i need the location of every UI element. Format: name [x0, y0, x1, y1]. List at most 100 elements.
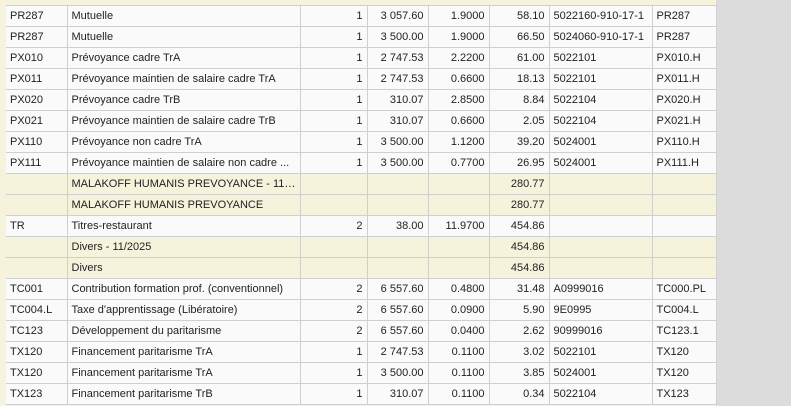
row-code: PR287 — [6, 26, 68, 48]
row-code: TC004.L — [6, 299, 68, 321]
table-row[interactable]: TX120 Financement paritarisme TrA 1 3 500.0… — [6, 362, 717, 384]
row-code: PX111 — [6, 152, 68, 174]
row-code: TC123 — [6, 320, 68, 342]
row-account — [548, 215, 653, 237]
row-amount: 31.48 — [488, 278, 550, 300]
row-label: Développement du paritarisme — [66, 320, 301, 342]
contributions-table: PR287 Mutuelle 1 3 057.60 1.9000 58.10 5022160… — [6, 5, 717, 405]
row-base: 2 747.53 — [366, 47, 429, 69]
row-account: 5022101 — [548, 47, 653, 69]
row-rate: 0.1100 — [427, 341, 490, 363]
row-count: 1 — [299, 89, 368, 111]
subtotal-row[interactable]: Divers 454.86 — [6, 257, 717, 279]
row-code: PX020 — [6, 89, 68, 111]
row-rate: 1.1200 — [427, 131, 490, 153]
subtotal-row[interactable]: MALAKOFF HUMANIS PREVOYANCE - 11/2025 280… — [6, 173, 717, 195]
row-label: Prévoyance maintien de salaire cadre TrB — [66, 110, 301, 132]
table-row[interactable]: PX010 Prévoyance cadre TrA 1 2 747.53 2.2200… — [6, 47, 717, 69]
table-row[interactable]: TC123 Développement du paritarisme 2 6 557.… — [6, 320, 717, 342]
row-base: 2 747.53 — [366, 68, 429, 90]
row-rate: 0.6600 — [427, 110, 490, 132]
table-row[interactable]: TX123 Financement paritarisme TrB 1 310.07 0… — [6, 383, 717, 405]
row-base: 3 057.60 — [366, 5, 429, 27]
subtotal-row[interactable]: Divers - 11/2025 454.86 — [6, 236, 717, 258]
row-rate: 0.6600 — [427, 68, 490, 90]
row-label: Prévoyance cadre TrA — [66, 47, 301, 69]
row-count — [299, 194, 368, 216]
row-code — [6, 236, 68, 258]
row-account: 9E0995 — [548, 299, 653, 321]
row-label: Financement paritarisme TrA — [66, 341, 301, 363]
table-row[interactable]: PX011 Prévoyance maintien de salaire cadr… — [6, 68, 717, 90]
table-row[interactable]: TR Titres-restaurant 2 38.00 11.9700 454.86 — [6, 215, 717, 237]
table-row[interactable]: PX110 Prévoyance non cadre TrA 1 3 500.00 1.… — [6, 131, 717, 153]
row-label: MALAKOFF HUMANIS PREVOYANCE - 11/2025 — [66, 173, 301, 195]
row-secondary-code: PX010.H — [651, 47, 717, 69]
row-account — [548, 257, 653, 279]
row-code — [6, 194, 68, 216]
row-secondary-code: TX120 — [651, 362, 717, 384]
row-label: Prévoyance non cadre TrA — [66, 131, 301, 153]
row-count: 1 — [299, 110, 368, 132]
row-account: 5022104 — [548, 110, 653, 132]
row-count: 2 — [299, 278, 368, 300]
row-secondary-code: PR287 — [651, 5, 717, 27]
table-row[interactable]: PX021 Prévoyance maintien de salaire cadr… — [6, 110, 717, 132]
table-row[interactable]: PX020 Prévoyance cadre TrB 1 310.07 2.8500 8.… — [6, 89, 717, 111]
row-amount: 66.50 — [488, 26, 550, 48]
row-amount: 454.86 — [488, 236, 550, 258]
row-amount: 39.20 — [488, 131, 550, 153]
row-secondary-code: PR287 — [651, 26, 717, 48]
row-rate: 2.2200 — [427, 47, 490, 69]
row-base: 3 500.00 — [366, 362, 429, 384]
row-rate: 0.0900 — [427, 299, 490, 321]
row-account: A0999016 — [548, 278, 653, 300]
row-account: 5022104 — [548, 383, 653, 405]
row-account: 5022101 — [548, 341, 653, 363]
row-label: Mutuelle — [66, 26, 301, 48]
row-amount: 5.90 — [488, 299, 550, 321]
table-row[interactable]: PR287 Mutuelle 1 3 500.00 1.9000 66.50 5024060… — [6, 26, 717, 48]
table-row[interactable]: PR287 Mutuelle 1 3 057.60 1.9000 58.10 5022160… — [6, 5, 717, 27]
row-amount: 454.86 — [488, 257, 550, 279]
row-amount: 3.02 — [488, 341, 550, 363]
row-rate — [427, 236, 490, 258]
table-row[interactable]: TC001 Contribution formation prof. (conve… — [6, 278, 717, 300]
row-count: 2 — [299, 215, 368, 237]
table-row[interactable]: PX111 Prévoyance maintien de salaire non … — [6, 152, 717, 174]
row-label: Contribution formation prof. (convention… — [66, 278, 301, 300]
row-code: PX011 — [6, 68, 68, 90]
subtotal-row[interactable]: MALAKOFF HUMANIS PREVOYANCE 280.77 — [6, 194, 717, 216]
row-rate: 0.4800 — [427, 278, 490, 300]
row-label: Financement paritarisme TrA — [66, 362, 301, 384]
row-rate: 0.0400 — [427, 320, 490, 342]
row-account — [548, 194, 653, 216]
row-label: MALAKOFF HUMANIS PREVOYANCE — [66, 194, 301, 216]
row-code: PX021 — [6, 110, 68, 132]
row-secondary-code: PX011.H — [651, 68, 717, 90]
row-label: Financement paritarisme TrB — [66, 383, 301, 405]
table-row[interactable]: TC004.L Taxe d'apprentissage (Libératoire… — [6, 299, 717, 321]
row-base: 38.00 — [366, 215, 429, 237]
row-code: TC001 — [6, 278, 68, 300]
row-base — [366, 173, 429, 195]
row-count — [299, 236, 368, 258]
row-amount: 8.84 — [488, 89, 550, 111]
row-amount: 26.95 — [488, 152, 550, 174]
row-secondary-code: TC004.L — [651, 299, 717, 321]
row-code: TX120 — [6, 341, 68, 363]
row-count: 1 — [299, 362, 368, 384]
row-label: Prévoyance cadre TrB — [66, 89, 301, 111]
row-account: 5024001 — [548, 152, 653, 174]
table-row[interactable]: TX120 Financement paritarisme TrA 1 2 747.5… — [6, 341, 717, 363]
row-code: PX110 — [6, 131, 68, 153]
row-rate — [427, 257, 490, 279]
payroll-lines-panel: PR287 Mutuelle 1 3 057.60 1.9000 58.10 5022160… — [0, 0, 717, 406]
row-base — [366, 257, 429, 279]
row-count: 1 — [299, 383, 368, 405]
row-base: 3 500.00 — [366, 26, 429, 48]
row-amount: 61.00 — [488, 47, 550, 69]
row-code: TX120 — [6, 362, 68, 384]
row-base: 310.07 — [366, 110, 429, 132]
row-count: 1 — [299, 341, 368, 363]
